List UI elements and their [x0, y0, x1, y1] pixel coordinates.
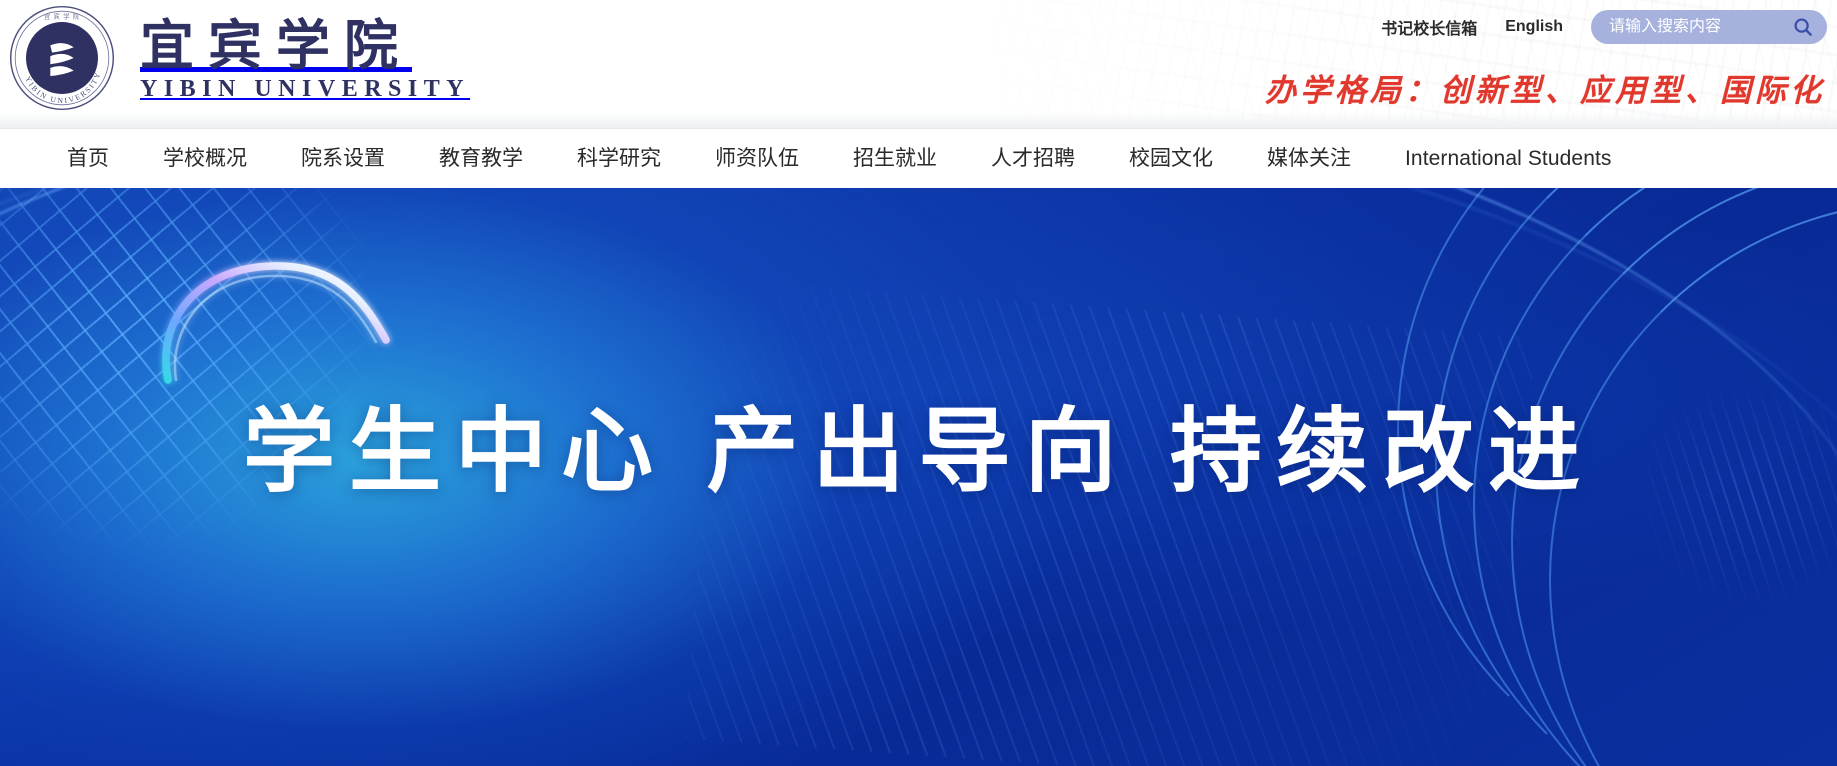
search-box[interactable] [1591, 10, 1827, 44]
nav-item-home[interactable]: 首页 [40, 129, 136, 189]
site-header: 宜 宾 学 院 YIBIN UNIVERSITY 宜宾学院 YIBIN UNIV… [0, 0, 1837, 128]
site-logo-link[interactable]: 宜 宾 学 院 YIBIN UNIVERSITY 宜宾学院 YIBIN UNIV… [8, 4, 470, 112]
header-bottom-fade [0, 112, 1837, 128]
search-submit-button[interactable] [1791, 15, 1815, 39]
nav-item-faculty[interactable]: 师资队伍 [688, 129, 826, 189]
nav-item-recruitment[interactable]: 人才招聘 [964, 129, 1102, 189]
nav-item-international-students[interactable]: International Students [1378, 129, 1639, 189]
svg-text:宜 宾 学 院: 宜 宾 学 院 [44, 11, 80, 20]
site-name-en: YIBIN UNIVERSITY [140, 76, 471, 103]
search-icon [1794, 18, 1812, 36]
header-utility-row: 书记校长信箱 English [1381, 10, 1827, 44]
nav-item-education[interactable]: 教育教学 [412, 129, 550, 189]
nav-item-media[interactable]: 媒体关注 [1240, 129, 1378, 189]
nav-item-departments[interactable]: 院系设置 [274, 129, 412, 189]
site-name-cn: 宜宾学院 [140, 12, 412, 77]
main-navigation: 首页 学校概况 院系设置 教育教学 科学研究 师资队伍 招生就业 人才招聘 校园… [0, 128, 1837, 188]
university-seal-icon: 宜 宾 学 院 YIBIN UNIVERSITY [9, 5, 115, 111]
english-language-link[interactable]: English [1505, 18, 1563, 36]
hero-headline: 学生中心 产出导向 持续改进 [242, 401, 1595, 503]
header-slogan: 办学格局：创新型、应用型、国际化 [1265, 73, 1825, 109]
search-input[interactable] [1609, 18, 1791, 36]
site-wordmark: 宜宾学院 YIBIN UNIVERSITY [140, 12, 471, 103]
nav-item-admissions[interactable]: 招生就业 [826, 129, 964, 189]
hero-banner[interactable]: 学生中心 产出导向 持续改进 [0, 188, 1837, 766]
secretary-president-mailbox-link[interactable]: 书记校长信箱 [1381, 15, 1477, 39]
nav-item-research[interactable]: 科学研究 [550, 129, 688, 189]
nav-item-about[interactable]: 学校概况 [136, 129, 274, 189]
nav-item-campus-culture[interactable]: 校园文化 [1102, 129, 1240, 189]
